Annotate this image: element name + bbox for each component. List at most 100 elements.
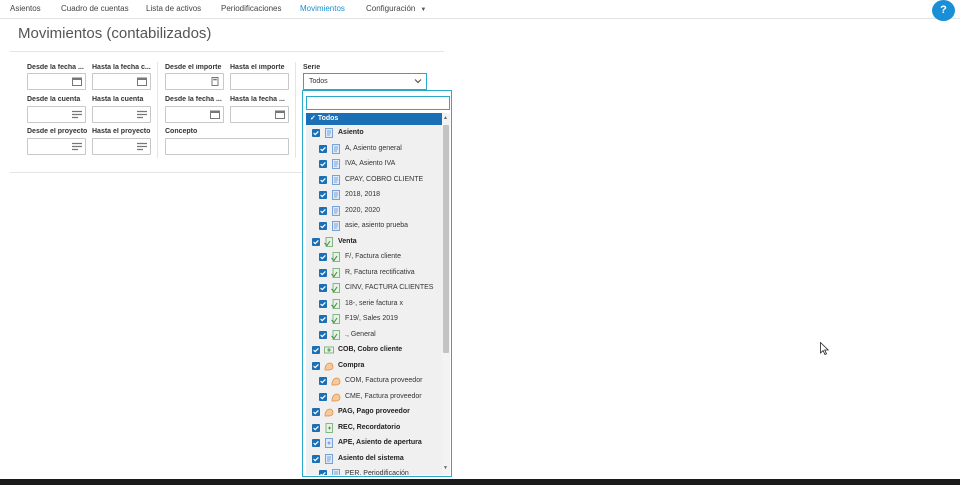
scroll-down-icon[interactable]: ▼ <box>443 465 448 471</box>
label-desde-importe: Desde el importe <box>165 64 222 71</box>
checkbox-icon[interactable] <box>312 237 320 246</box>
serie-option[interactable]: CPAY, COBRO CLIENTE <box>306 173 442 188</box>
checkbox-icon[interactable] <box>312 454 320 463</box>
desde-importe-input[interactable] <box>165 73 224 90</box>
sale-icon <box>331 329 340 340</box>
document-icon <box>332 174 340 185</box>
serie-option[interactable]: CINV, FACTURA CLIENTES <box>306 281 442 296</box>
checkbox-icon[interactable] <box>319 392 327 401</box>
checkbox-icon[interactable] <box>319 315 327 323</box>
serie-option[interactable]: 2018, 2018 <box>306 188 442 203</box>
serie-option-label: 18-, serie factura x <box>345 299 403 307</box>
serie-option[interactable]: Venta <box>306 235 442 250</box>
label-serie: Serie <box>303 64 321 71</box>
serie-option-label: CINV, FACTURA CLIENTES <box>345 284 434 291</box>
serie-option[interactable]: PER, Periodificación <box>306 467 442 475</box>
nav-movimientos[interactable]: Movimientos <box>300 4 345 13</box>
checkbox-icon[interactable] <box>319 160 327 168</box>
list-icon[interactable] <box>72 142 82 151</box>
nav-cuadro-de-cuentas[interactable]: Cuadro de cuentas <box>61 4 129 13</box>
document-icon <box>332 205 340 216</box>
serie-option[interactable]: R, Factura rectificativa <box>306 266 442 281</box>
calendar-icon[interactable] <box>137 77 147 86</box>
desde-fecha-input[interactable] <box>27 73 86 90</box>
checkbox-icon[interactable] <box>319 330 327 339</box>
serie-option[interactable]: CME, Factura proveedor <box>306 390 442 405</box>
calendar-icon[interactable] <box>72 77 82 86</box>
serie-option-label: PAG, Pago proveedor <box>338 408 410 415</box>
calculator-icon[interactable] <box>210 77 220 86</box>
serie-option[interactable]: Asiento <box>306 126 442 141</box>
serie-option[interactable]: asie, asiento prueba <box>306 219 442 234</box>
serie-option[interactable]: COM, Factura proveedor <box>306 374 442 389</box>
serie-option-label: 2018, 2018 <box>345 191 381 198</box>
checkbox-icon[interactable] <box>312 423 320 432</box>
serie-option[interactable]: A, Asiento general <box>306 142 442 157</box>
serie-option-label: REC, Recordatorio <box>338 423 401 431</box>
scrollbar-thumb[interactable] <box>443 125 449 353</box>
checkbox-icon[interactable] <box>319 253 327 261</box>
nav-asientos[interactable]: Asientos <box>10 4 41 13</box>
serie-option[interactable]: Compra <box>306 359 442 374</box>
hasta-importe-input[interactable] <box>230 73 289 90</box>
taskbar <box>0 479 960 485</box>
serie-option[interactable]: COB, Cobro cliente <box>306 343 442 358</box>
serie-option[interactable]: 18-, serie factura x <box>306 297 442 312</box>
calendar-icon[interactable] <box>275 110 285 119</box>
concepto-input[interactable] <box>165 138 289 155</box>
checkbox-icon[interactable] <box>319 191 327 199</box>
sale-icon <box>331 298 340 309</box>
checkbox-icon[interactable] <box>319 222 327 230</box>
hasta-proyecto-input[interactable] <box>92 138 151 155</box>
calendar-icon[interactable] <box>210 110 220 119</box>
checkbox-icon[interactable] <box>312 346 320 354</box>
nav-periodificaciones[interactable]: Periodificaciones <box>221 4 281 13</box>
serie-option[interactable]: 2020, 2020 <box>306 204 442 219</box>
checkbox-icon[interactable] <box>312 129 320 137</box>
checkbox-icon[interactable] <box>319 299 327 308</box>
checkbox-icon[interactable] <box>319 470 327 475</box>
help-button[interactable]: ? <box>932 0 955 21</box>
hasta-fecha-2-input[interactable] <box>230 106 289 123</box>
label-hasta-cuenta: Hasta la cuenta <box>92 96 144 103</box>
serie-option-label: COM, Factura proveedor <box>345 377 423 384</box>
serie-option[interactable]: PAG, Pago proveedor <box>306 405 442 420</box>
checkbox-icon[interactable] <box>312 361 320 370</box>
serie-option[interactable]: Asiento del sistema <box>306 452 442 467</box>
serie-select[interactable]: Todos <box>303 73 427 90</box>
serie-option[interactable]: F/, Factura cliente <box>306 250 442 265</box>
desde-cuenta-input[interactable] <box>27 106 86 123</box>
checkbox-icon[interactable] <box>319 144 327 153</box>
serie-option[interactable]: APE, Asiento de apertura <box>306 436 442 451</box>
serie-option[interactable]: F19/, Sales 2019 <box>306 312 442 327</box>
sale-icon <box>331 314 340 324</box>
document-icon <box>325 453 333 464</box>
opening-icon <box>325 438 333 448</box>
list-icon[interactable] <box>137 110 147 119</box>
payment-icon <box>324 346 334 354</box>
serie-option-label: CPAY, COBRO CLIENTE <box>345 175 424 183</box>
serie-option-label: PER, Periodificación <box>345 470 409 475</box>
checkbox-icon[interactable] <box>312 408 320 416</box>
hasta-fecha-input[interactable] <box>92 73 151 90</box>
serie-option[interactable]: ., General <box>306 328 442 343</box>
desde-fecha-2-input[interactable] <box>165 106 224 123</box>
option-todos[interactable]: ✓ Todos <box>306 113 442 125</box>
desde-proyecto-input[interactable] <box>27 138 86 155</box>
serie-search-input[interactable] <box>306 96 450 110</box>
serie-option[interactable]: REC, Recordatorio <box>306 421 442 436</box>
checkbox-icon[interactable] <box>319 206 327 215</box>
nav-lista-de-activos[interactable]: Lista de activos <box>146 4 201 13</box>
checkbox-icon[interactable] <box>312 439 320 447</box>
list-icon[interactable] <box>72 110 82 119</box>
checkbox-icon[interactable] <box>319 284 327 292</box>
serie-option[interactable]: IVA, Asiento IVA <box>306 157 442 172</box>
list-icon[interactable] <box>137 142 147 151</box>
checkbox-icon[interactable] <box>319 377 327 385</box>
hasta-cuenta-input[interactable] <box>92 106 151 123</box>
nav-configuracion[interactable]: Configuración ▼ <box>366 4 426 13</box>
chevron-down-icon[interactable] <box>414 77 422 85</box>
checkbox-icon[interactable] <box>319 268 327 277</box>
checkbox-icon[interactable] <box>319 175 327 184</box>
scroll-up-icon[interactable]: ▲ <box>443 115 448 121</box>
